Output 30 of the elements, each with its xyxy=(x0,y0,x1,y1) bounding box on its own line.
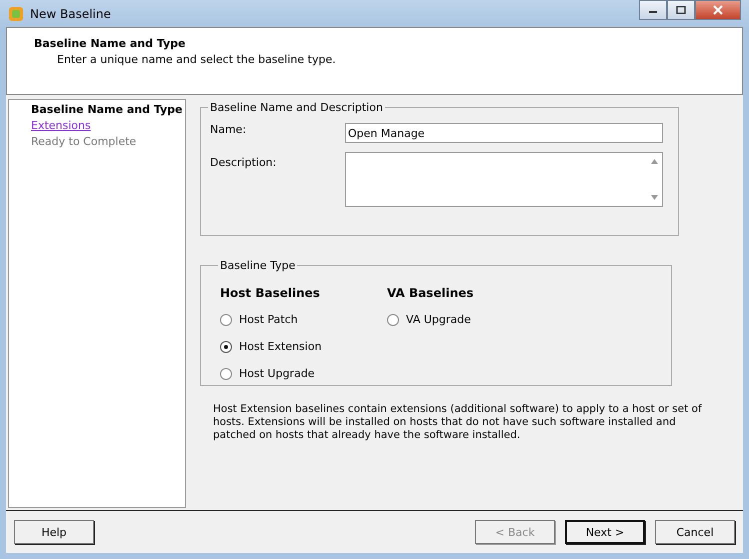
field-label: Name: xyxy=(210,123,248,138)
wizard-button[interactable]: Help xyxy=(14,520,94,544)
radio-option[interactable]: VA Upgrade xyxy=(387,306,554,333)
radio-option[interactable]: Host Patch xyxy=(220,306,387,333)
scroll-up-icon[interactable] xyxy=(651,159,658,164)
wizard-step: Ready to Complete xyxy=(31,134,185,150)
wizard-button[interactable]: Next > xyxy=(565,520,645,544)
window-title: New Baseline xyxy=(30,6,111,20)
maximize-icon xyxy=(676,6,686,14)
help-text: Host Extension baselines contain extensions (additional software) to apply to a host or set of hosts. Extensions will be installed on hosts that do not have such software installed and patched on hosts that already have the software installed. xyxy=(213,403,703,442)
page-title: Baseline Name and Type xyxy=(34,37,187,50)
scroll-down-icon[interactable] xyxy=(651,195,658,200)
wizard-step[interactable]: Extensions xyxy=(31,118,185,134)
column-heading: Host Baselines xyxy=(220,286,321,300)
maximize-button[interactable] xyxy=(667,0,695,20)
close-button[interactable] xyxy=(695,0,741,20)
radio-option[interactable]: Host Extension xyxy=(220,333,387,360)
group-legend: Baseline Type xyxy=(218,259,298,272)
column-heading: VA Baselines xyxy=(387,286,475,300)
description-field[interactable] xyxy=(345,152,663,207)
minimize-button[interactable] xyxy=(639,0,667,20)
close-icon xyxy=(712,5,724,15)
radio-option[interactable]: Host Upgrade xyxy=(220,360,387,387)
name-field[interactable]: Open Manage xyxy=(345,123,663,143)
app-icon xyxy=(8,6,24,22)
field-label: Description: xyxy=(210,156,278,171)
wizard-step: Baseline Name and Type xyxy=(31,102,185,118)
group-legend: Baseline Name and Description xyxy=(208,101,385,114)
page-subtitle: Enter a unique name and select the baseline type. xyxy=(56,53,337,66)
wizard-button[interactable]: Cancel xyxy=(655,520,735,544)
